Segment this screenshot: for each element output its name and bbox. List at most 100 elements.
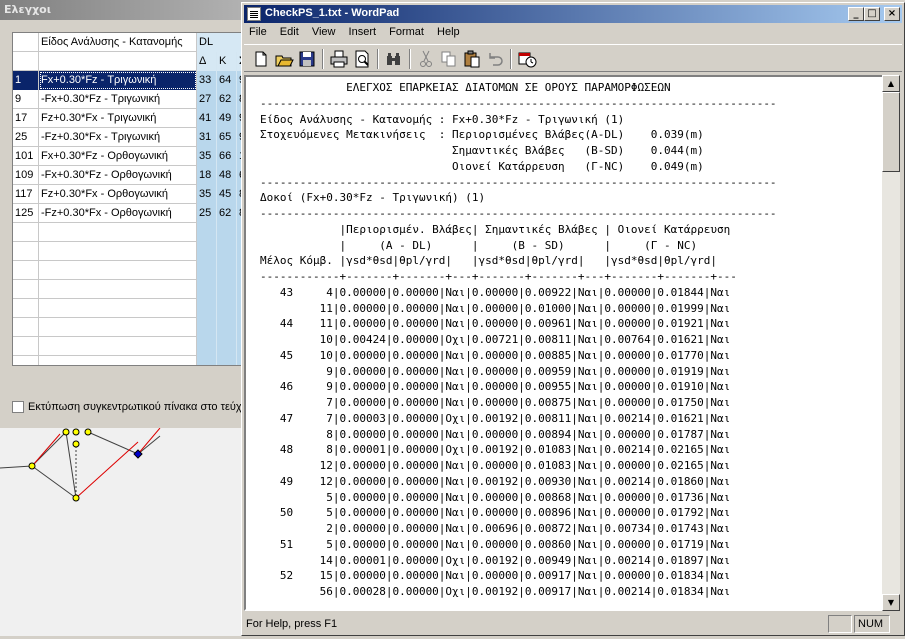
print-icon[interactable] [328, 48, 350, 70]
grid-cell-value[interactable]: 62 [217, 90, 237, 109]
menu-file[interactable]: File [244, 24, 272, 40]
grid-cell-value[interactable]: 48 [217, 166, 237, 185]
document-text[interactable]: ΕΛΕΓΧΟΣ ΕΠΑΡΚΕΙΑΣ ΔΙΑΤΟΜΩΝ ΣΕ ΟΡΟΥΣ ΠΑΡΑ… [260, 80, 777, 600]
document-line: 43 4|0.00000|0.00000|Ναι|0.00000|0.00922… [260, 285, 731, 299]
document-line: 50 5|0.00000|0.00000|Ναι|0.00000|0.00896… [260, 506, 731, 520]
grid-cell-value[interactable]: 27 [197, 90, 217, 109]
grid-cell-type[interactable]: Fx+0.30*Fz - Τριγωνική [39, 71, 197, 90]
copy-icon[interactable] [438, 48, 460, 70]
document-line: ΕΛΕΓΧΟΣ ΕΠΑΡΚΕΙΑΣ ΔΙΑΤΟΜΩΝ ΣΕ ΟΡΟΥΣ ΠΑΡΑ… [260, 81, 671, 94]
save-icon[interactable] [296, 48, 318, 70]
document-line: 49 12|0.00000|0.00000|Ναι|0.00192|0.0093… [260, 474, 731, 488]
document-line: | (A - DL) | (B - SD) | (Γ - NC) [260, 238, 698, 252]
maximize-button[interactable]: □ [864, 7, 880, 21]
grid-row[interactable]: 101Fx+0.30*Fz - Ορθογωνική3566101 [13, 147, 243, 166]
grid-cell-value[interactable]: 35 [197, 185, 217, 204]
status-bar: For Help, press F1 NUM [244, 615, 902, 633]
document-area[interactable]: ΕΛΕΓΧΟΣ ΕΠΑΡΚΕΙΑΣ ΔΙΑΤΟΜΩΝ ΣΕ ΟΡΟΥΣ ΠΑΡΑ… [244, 75, 884, 611]
grid-cell-value[interactable]: 65 [217, 128, 237, 147]
grid-cell-value[interactable]: 66 [217, 147, 237, 166]
structure-drawing [0, 427, 260, 636]
status-pane-empty [828, 615, 852, 633]
document-line: 45 10|0.00000|0.00000|Ναι|0.00000|0.0088… [260, 348, 731, 362]
grid-cell-value[interactable]: 31 [197, 128, 217, 147]
grid-cell-id[interactable]: 117 [13, 185, 39, 204]
grid-cell-value[interactable]: 25 [197, 204, 217, 223]
menu-format[interactable]: Format [384, 24, 429, 40]
close-button[interactable]: × [884, 7, 900, 21]
document-line: ----------------------------------------… [260, 175, 777, 189]
grid-cell-value[interactable]: 49 [217, 109, 237, 128]
scroll-thumb[interactable] [882, 92, 900, 172]
document-line: 11|0.00000|0.00000|Ναι|0.00000|0.01000|Ν… [260, 301, 731, 315]
menu-edit[interactable]: Edit [275, 24, 304, 40]
analysis-grid[interactable]: Είδος Ανάλυσης - Κατανομής DL Δ Κ Σ 1Fx+… [12, 32, 244, 366]
document-line: ----------------------------------------… [260, 207, 777, 220]
scroll-down-button[interactable]: ▼ [882, 594, 900, 611]
grid-cell-id[interactable]: 9 [13, 90, 39, 109]
grid-cell-id[interactable]: 125 [13, 204, 39, 223]
grid-empty-row [13, 299, 243, 318]
checks-window-titlebar[interactable]: Ελεγχοι [0, 0, 260, 20]
grid-cell-value[interactable]: 33 [197, 71, 217, 90]
new-icon[interactable] [250, 48, 272, 70]
grid-cell-value[interactable]: 64 [217, 71, 237, 90]
grid-cell-type[interactable]: Fz+0.30*Fx - Τριγωνική [39, 109, 197, 128]
print-preview-icon[interactable] [351, 48, 373, 70]
vertical-scrollbar[interactable]: ▲ ▼ [882, 75, 900, 611]
document-line: 12|0.00000|0.00000|Ναι|0.00000|0.01083|Ν… [260, 459, 731, 472]
grid-cell-type[interactable]: -Fx+0.30*Fz - Τριγωνική [39, 90, 197, 109]
open-icon[interactable] [273, 48, 295, 70]
grid-header-dl[interactable]: DL [197, 33, 243, 52]
grid-cell-type[interactable]: Fx+0.30*Fz - Ορθογωνική [39, 147, 197, 166]
grid-cell-value[interactable]: 45 [217, 185, 237, 204]
status-help-text: For Help, press F1 [246, 618, 338, 630]
menu-insert[interactable]: Insert [344, 24, 382, 40]
document-line: 8|0.00000|0.00000|Ναι|0.00000|0.00894|Να… [260, 427, 731, 441]
grid-cell-type[interactable]: Fz+0.30*Fx - Ορθογωνική [39, 185, 197, 204]
paste-icon[interactable] [461, 48, 483, 70]
grid-row[interactable]: 9-Fx+0.30*Fz - Τριγωνική276289 [13, 90, 243, 109]
menu-view[interactable]: View [307, 24, 341, 40]
cut-icon[interactable] [415, 48, 437, 70]
checkbox-box[interactable] [12, 401, 24, 414]
grid-cell-value[interactable]: 35 [197, 147, 217, 166]
grid-cell-value[interactable]: 18 [197, 166, 217, 185]
grid-row[interactable]: 1Fx+0.30*Fz - Τριγωνική336497 [13, 71, 243, 90]
undo-icon[interactable] [484, 48, 506, 70]
grid-cell-id[interactable]: 25 [13, 128, 39, 147]
grid-cell-type[interactable]: -Fz+0.30*Fx - Τριγωνική [39, 128, 197, 147]
grid-cell-type[interactable]: -Fz+0.30*Fx - Ορθογωνική [39, 204, 197, 223]
document-line: 14|0.00001|0.00000|Οχι|0.00192|0.00949|Ν… [260, 553, 731, 567]
document-line: ----------------------------------------… [260, 96, 777, 110]
summary-table-checkbox[interactable]: Εκτύπωση συγκεντρωτικού πίνακα στο τεύχ [12, 401, 252, 417]
grid-cell-value[interactable]: 62 [217, 204, 237, 223]
grid-row[interactable]: 17Fz+0.30*Fx - Τριγωνική414990 [13, 109, 243, 128]
document-line: 9|0.00000|0.00000|Ναι|0.00000|0.00959|Να… [260, 364, 731, 378]
scroll-up-button[interactable]: ▲ [882, 75, 900, 92]
grid-header-type[interactable]: Είδος Ανάλυσης - Κατανομής [39, 33, 197, 52]
grid-cell-id[interactable]: 101 [13, 147, 39, 166]
grid-row[interactable]: 109-Fx+0.30*Fz - Ορθογωνική184866 [13, 166, 243, 185]
grid-cell-type[interactable]: -Fx+0.30*Fz - Ορθογωνική [39, 166, 197, 185]
menu-bar: File Edit View Insert Format Help [244, 24, 902, 42]
grid-row[interactable]: 117Fz+0.30*Fx - Ορθογωνική354580 [13, 185, 243, 204]
checks-window: Ελεγχοι Είδος Ανάλυσης - Κατανομής DL Δ … [0, 0, 260, 636]
find-icon[interactable] [383, 48, 405, 70]
minimize-button[interactable]: _ [848, 7, 864, 21]
grid-row[interactable]: 25-Fz+0.30*Fx - Τριγωνική316596 [13, 128, 243, 147]
grid-row[interactable]: 125-Fz+0.30*Fx - Ορθογωνική256287 [13, 204, 243, 223]
menu-help[interactable]: Help [432, 24, 465, 40]
grid-cell-id[interactable]: 17 [13, 109, 39, 128]
document-line: 5|0.00000|0.00000|Ναι|0.00000|0.00868|Να… [260, 490, 731, 504]
wordpad-titlebar[interactable]: CheckPS_1.txt - WordPad _ □ × [244, 5, 902, 23]
datetime-icon[interactable] [516, 48, 538, 70]
grid-header-kappa[interactable]: Κ [217, 52, 237, 71]
grid-cell-id[interactable]: 1 [13, 71, 39, 90]
document-line: Σημαντικές Βλάβες (B-SD) 0.044(m) [260, 144, 704, 157]
grid-cell-id[interactable]: 109 [13, 166, 39, 185]
wordpad-app-icon[interactable] [247, 7, 261, 21]
grid-header-row: Είδος Ανάλυσης - Κατανομής DL [13, 33, 243, 52]
grid-cell-value[interactable]: 41 [197, 109, 217, 128]
grid-header-delta[interactable]: Δ [197, 52, 217, 71]
